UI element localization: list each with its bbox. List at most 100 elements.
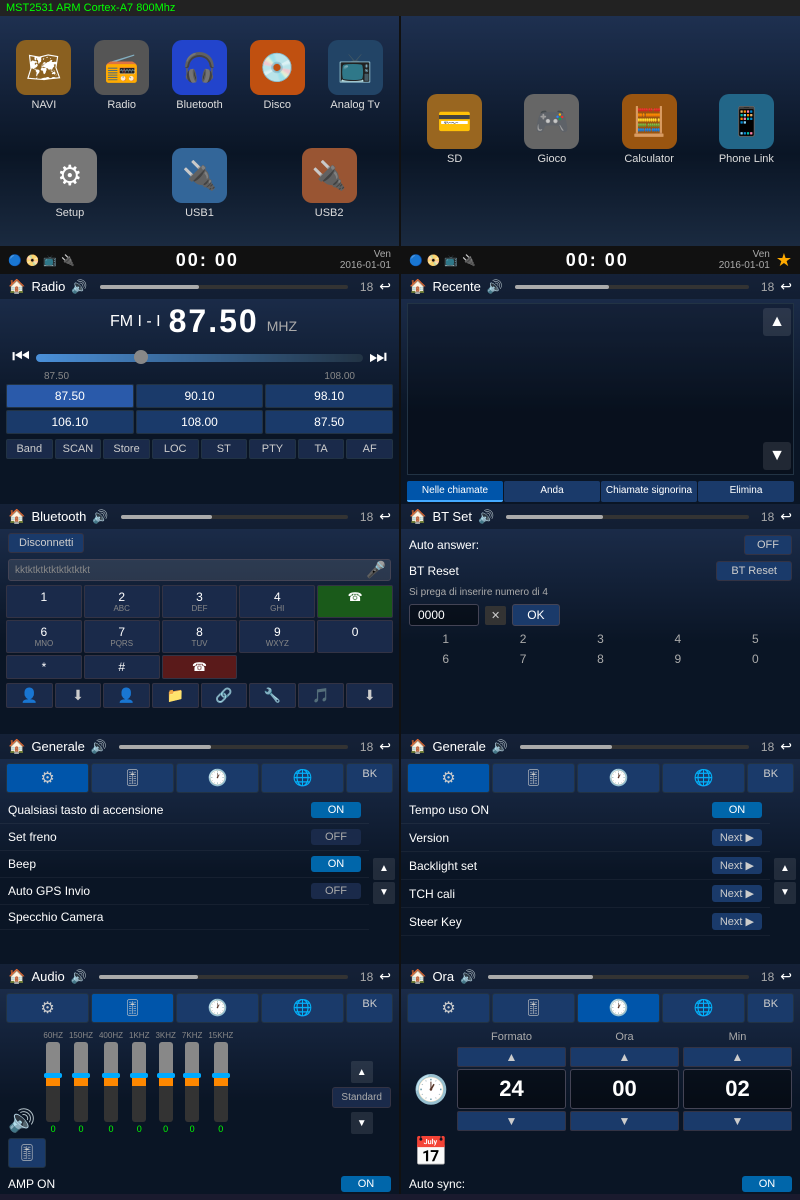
- eq-scroll-down[interactable]: ▼: [351, 1112, 373, 1134]
- min-up-btn[interactable]: ▲: [683, 1047, 792, 1067]
- recente-home-btn[interactable]: 🏠: [409, 278, 426, 295]
- radio-vol-slider[interactable]: [100, 285, 348, 289]
- audio-clock-icon[interactable]: 🕐: [176, 993, 259, 1023]
- formato-up-btn[interactable]: ▲: [457, 1047, 566, 1067]
- ctrl-ta[interactable]: TA: [298, 439, 345, 459]
- tab-elimina[interactable]: Elimina: [698, 481, 794, 502]
- gen1-globe-icon[interactable]: 🌐: [261, 763, 344, 793]
- app-usb2[interactable]: 🔌 USB2: [294, 148, 364, 219]
- ctrl-af[interactable]: AF: [346, 439, 393, 459]
- gen1-scroll-up[interactable]: ▲: [373, 858, 395, 880]
- recente-back-btn[interactable]: ↩: [780, 278, 792, 295]
- key-7[interactable]: 7PQRS: [84, 620, 160, 653]
- gen1-bk-btn[interactable]: BK: [346, 763, 393, 793]
- btset-pin-input[interactable]: [409, 604, 479, 626]
- gen2-home-btn[interactable]: 🏠: [409, 738, 426, 755]
- app-bluetooth[interactable]: 🎧 Bluetooth: [164, 40, 234, 111]
- ora-up-btn[interactable]: ▲: [570, 1047, 679, 1067]
- key-star[interactable]: *: [6, 655, 82, 679]
- gen1-home-btn[interactable]: 🏠: [8, 738, 25, 755]
- func-folder[interactable]: 📁: [152, 683, 199, 708]
- app-navi[interactable]: 🗺 NAVI: [9, 40, 79, 111]
- ctrl-store[interactable]: Store: [103, 439, 150, 459]
- gen2-eq-icon[interactable]: 🎚: [492, 763, 575, 793]
- ctrl-scan[interactable]: SCAN: [55, 439, 102, 459]
- ora-down-btn[interactable]: ▼: [570, 1111, 679, 1131]
- btset-vol-slider[interactable]: [506, 515, 749, 519]
- key-6[interactable]: 6MNO: [6, 620, 82, 653]
- app-setup[interactable]: ⚙ Setup: [35, 148, 105, 219]
- app-sd[interactable]: 💳 SD: [420, 94, 490, 165]
- app-analog-tv[interactable]: 📺 Analog Tv: [320, 40, 390, 111]
- eq-scroll-up[interactable]: ▲: [351, 1061, 373, 1083]
- ora-bk-btn[interactable]: BK: [747, 993, 794, 1023]
- gen1-eq-icon[interactable]: 🎚: [91, 763, 174, 793]
- ora-eq-icon[interactable]: 🎚: [492, 993, 575, 1023]
- func-contacts[interactable]: 👤: [6, 683, 53, 708]
- eq-detail-icon[interactable]: 🎚: [8, 1138, 46, 1168]
- gen1-settings-icon[interactable]: ⚙: [6, 763, 89, 793]
- key-4[interactable]: 4GHI: [239, 585, 315, 618]
- bt-vol-slider[interactable]: [121, 515, 348, 519]
- gen1-back-btn[interactable]: ↩: [379, 738, 391, 755]
- key-9[interactable]: 9WXYZ: [239, 620, 315, 653]
- preset-5[interactable]: 108.00: [136, 410, 264, 434]
- btset-clear-btn[interactable]: ✕: [485, 606, 506, 625]
- func-save[interactable]: ⬇: [346, 683, 393, 708]
- next-backlight-btn[interactable]: Next ▶: [712, 857, 762, 874]
- app-radio[interactable]: 📻 Radio: [87, 40, 157, 111]
- gen1-clock-icon[interactable]: 🕐: [176, 763, 259, 793]
- tab-anda[interactable]: Anda: [504, 481, 600, 502]
- preset-2[interactable]: 90.10: [136, 384, 264, 408]
- gen1-scroll-down[interactable]: ▼: [373, 882, 395, 904]
- radio-home-btn[interactable]: 🏠: [8, 278, 25, 295]
- preset-4[interactable]: 106.10: [6, 410, 134, 434]
- key-2[interactable]: 2ABC: [84, 585, 160, 618]
- key-3[interactable]: 3DEF: [162, 585, 238, 618]
- ora-settings-icon[interactable]: ⚙: [407, 993, 490, 1023]
- gen2-back-btn[interactable]: ↩: [780, 738, 792, 755]
- ora-clock-icon[interactable]: 🕐: [577, 993, 660, 1023]
- audio-globe-icon[interactable]: 🌐: [261, 993, 344, 1023]
- preset-6[interactable]: 87.50: [265, 410, 393, 434]
- preset-1[interactable]: 87.50: [6, 384, 134, 408]
- next-version-btn[interactable]: Next ▶: [712, 829, 762, 846]
- next-steer-btn[interactable]: Next ▶: [712, 913, 762, 930]
- audio-back-btn[interactable]: ↩: [379, 968, 391, 985]
- gen2-globe-icon[interactable]: 🌐: [662, 763, 745, 793]
- recente-scroll-down[interactable]: ▼: [763, 442, 791, 470]
- radio-next-btn[interactable]: ⏭: [369, 346, 387, 369]
- radio-seek-bar[interactable]: [36, 354, 363, 362]
- app-phone-link[interactable]: 📱 Phone Link: [711, 94, 781, 165]
- ora-vol-slider[interactable]: [488, 975, 749, 979]
- audio-eq-icon[interactable]: 🎚: [91, 993, 174, 1023]
- key-8[interactable]: 8TUV: [162, 620, 238, 653]
- tab-nelle-chiamate[interactable]: Nelle chiamate: [407, 481, 503, 502]
- btset-autoanswer-toggle[interactable]: OFF: [744, 535, 792, 555]
- recente-vol-slider[interactable]: [515, 285, 749, 289]
- gen2-bk-btn[interactable]: BK: [747, 763, 794, 793]
- disconnect-btn[interactable]: Disconnetti: [8, 533, 84, 553]
- ctrl-loc[interactable]: LOC: [152, 439, 199, 459]
- tab-chiamate-signorina[interactable]: Chiamate signorina: [601, 481, 697, 502]
- gen2-scroll-down[interactable]: ▼: [774, 882, 796, 904]
- ora-back-btn[interactable]: ↩: [780, 968, 792, 985]
- gen2-vol-slider[interactable]: [520, 745, 749, 749]
- ora-home-btn[interactable]: 🏠: [409, 968, 426, 985]
- bt-back-btn[interactable]: ↩: [379, 508, 391, 525]
- audio-settings-icon[interactable]: ⚙: [6, 993, 89, 1023]
- func-wrench[interactable]: 🔧: [249, 683, 296, 708]
- app-calculator[interactable]: 🧮 Calculator: [614, 94, 684, 165]
- key-1[interactable]: 1: [6, 585, 82, 618]
- ctrl-st[interactable]: ST: [201, 439, 248, 459]
- ora-globe-icon[interactable]: 🌐: [662, 993, 745, 1023]
- amp-toggle[interactable]: ON: [341, 1176, 391, 1192]
- ctrl-band[interactable]: Band: [6, 439, 53, 459]
- gen1-vol-slider[interactable]: [119, 745, 348, 749]
- key-hash[interactable]: #: [84, 655, 160, 679]
- ctrl-pty[interactable]: PTY: [249, 439, 296, 459]
- app-disco[interactable]: 💿 Disco: [242, 40, 312, 111]
- btset-home-btn[interactable]: 🏠: [409, 508, 426, 525]
- recente-scroll-up[interactable]: ▲: [763, 308, 791, 336]
- formato-down-btn[interactable]: ▼: [457, 1111, 566, 1131]
